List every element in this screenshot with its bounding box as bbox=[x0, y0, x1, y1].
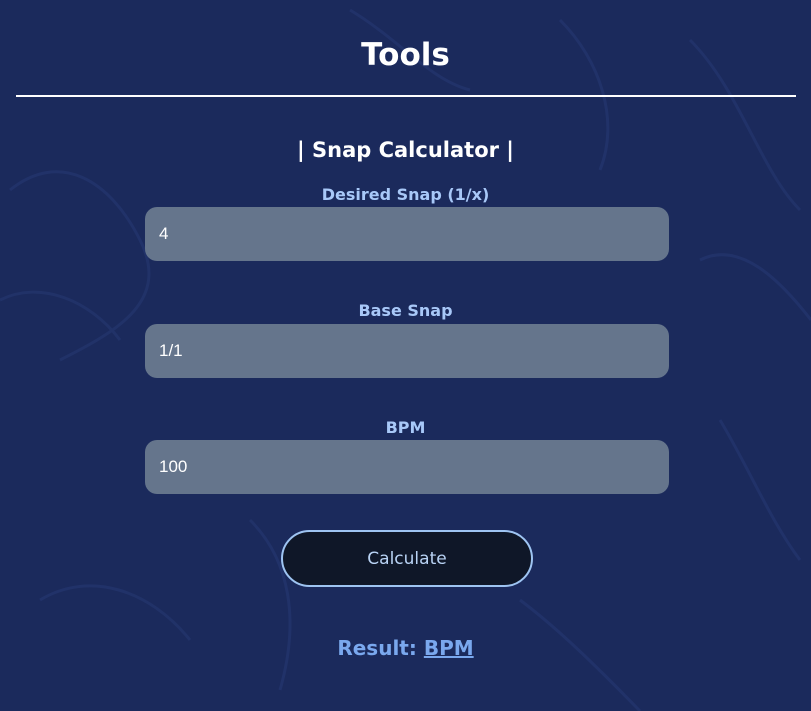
title-divider bbox=[16, 95, 796, 97]
base-snap-label: Base Snap bbox=[358, 301, 453, 320]
page-title: Tools bbox=[361, 37, 450, 73]
base-snap-input[interactable] bbox=[145, 324, 669, 378]
snap-calculator-heading: | Snap Calculator | bbox=[297, 138, 514, 162]
desired-snap-input[interactable] bbox=[145, 207, 669, 261]
calculate-button[interactable]: Calculate bbox=[281, 530, 533, 587]
tools-page: Tools | Snap Calculator | Desired Snap (… bbox=[0, 0, 811, 711]
bpm-input[interactable] bbox=[145, 440, 669, 494]
result-label: Result: bbox=[337, 636, 417, 660]
result-value[interactable]: BPM bbox=[424, 636, 474, 660]
desired-snap-label: Desired Snap (1/x) bbox=[321, 185, 490, 204]
bpm-label: BPM bbox=[385, 418, 426, 437]
result-line: Result: BPM bbox=[0, 634, 811, 662]
